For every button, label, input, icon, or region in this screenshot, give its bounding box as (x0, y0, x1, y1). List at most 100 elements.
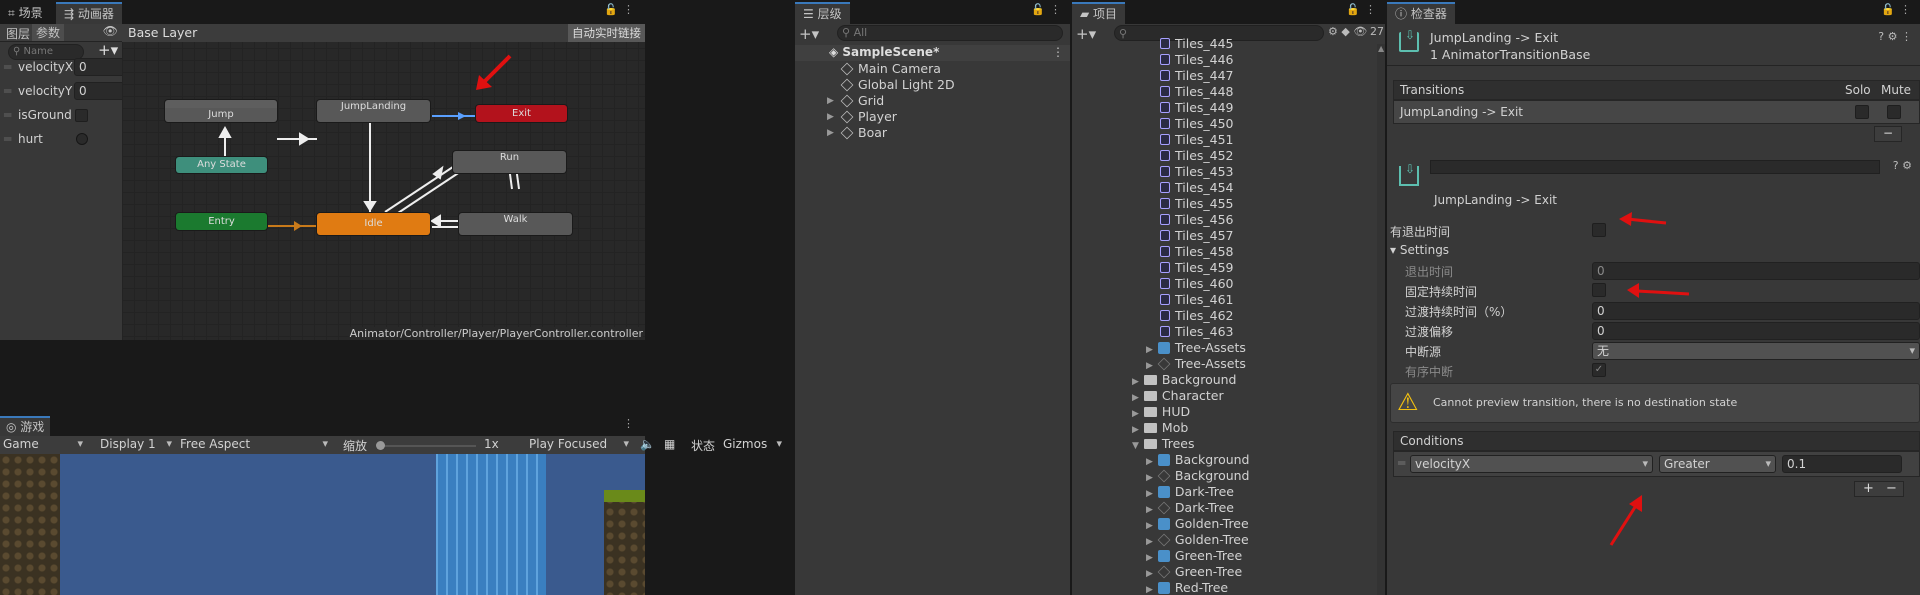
tab-project[interactable]: ▰ 项目 (1072, 2, 1126, 24)
hierarchy-search-input[interactable]: ⚲ All (837, 25, 1063, 41)
eye-icon[interactable]: 👁 (103, 24, 118, 38)
expand-arrow-icon[interactable]: ▼ (1132, 441, 1139, 451)
expand-arrow-icon[interactable]: ▶ (1146, 585, 1153, 595)
hierarchy-item[interactable]: Global Light 2D (840, 77, 955, 93)
grid-icon[interactable]: ▦ (664, 437, 675, 451)
tab-animator[interactable]: ⇶ 动画器 (56, 2, 122, 24)
expand-arrow-icon[interactable]: ▶ (1146, 457, 1153, 467)
expand-arrow-icon[interactable]: ▶ (1146, 521, 1153, 531)
project-item-prefab[interactable]: ▶ Golden-Tree (1146, 516, 1249, 532)
hierarchy-item[interactable]: ▶ Grid (827, 93, 884, 109)
project-item-tile[interactable]: Tiles_463 (1160, 324, 1234, 340)
state-jump[interactable]: Jump (165, 100, 277, 122)
tab-parameters[interactable]: 参数 (32, 24, 65, 41)
state-anystate[interactable]: Any State (176, 157, 267, 173)
expand-arrow-icon[interactable]: ▶ (1146, 361, 1153, 371)
param-row-hurt[interactable]: ═ hurt (0, 130, 122, 150)
state-entry[interactable]: Entry (176, 213, 267, 230)
project-item-tile[interactable]: Tiles_453 (1160, 164, 1234, 180)
tab-inspector[interactable]: ⓘ 检查器 (1387, 2, 1455, 24)
hierarchy-item[interactable]: ▶ Boar (827, 125, 887, 141)
project-item-tile[interactable]: Tiles_456 (1160, 212, 1234, 228)
project-item-sprite[interactable]: ▶ Dark-Tree (1146, 500, 1234, 516)
project-item-tile[interactable]: Tiles_455 (1160, 196, 1234, 212)
expand-arrow-icon[interactable]: ▶ (1146, 537, 1153, 547)
aspect-select[interactable]: Free Aspect (180, 437, 332, 451)
state-run[interactable]: Run (453, 151, 566, 173)
project-item-prefab[interactable]: ▶ Tree-Assets (1146, 340, 1246, 356)
project-item-tile[interactable]: Tiles_446 (1160, 52, 1234, 68)
scene-menu-icon[interactable]: ⋮ (1052, 45, 1064, 59)
project-item-tile[interactable]: Tiles_462 (1160, 308, 1234, 324)
project-item-tile[interactable]: Tiles_454 (1160, 180, 1234, 196)
expand-arrow-icon[interactable]: ▶ (827, 93, 834, 109)
project-item-folder[interactable]: ▶ Mob (1132, 420, 1188, 436)
project-item-tile[interactable]: Tiles_461 (1160, 292, 1234, 308)
scene-row[interactable]: ◈ SampleScene* ⋮ (795, 45, 1070, 61)
drag-handle-icon[interactable]: ═ (4, 60, 11, 74)
param-row-isGround[interactable]: ═ isGround (0, 106, 122, 126)
project-item-prefab[interactable]: ▶ Background (1146, 452, 1250, 468)
filter-icons[interactable]: ⚙ ◆ 👁 (1328, 25, 1367, 38)
zoom-slider[interactable] (376, 441, 476, 450)
project-item-tile[interactable]: Tiles_452 (1160, 148, 1234, 164)
param-bool-checkbox[interactable] (75, 109, 88, 122)
gizmos-select[interactable]: Gizmos (723, 437, 786, 451)
project-create-icon[interactable]: +▾ (1076, 25, 1096, 43)
project-item-prefab[interactable]: ▶ Green-Tree (1146, 548, 1242, 564)
state-walk[interactable]: Walk (459, 213, 572, 235)
project-item-folder[interactable]: ▼ Trees (1132, 436, 1194, 452)
param-row-velocityX[interactable]: ═ velocityX 0 (0, 58, 142, 78)
hierarchy-menu-icon[interactable]: 🔓⋮ (1031, 3, 1066, 16)
display-select[interactable]: Display 1 (100, 437, 176, 451)
project-item-folder[interactable]: ▶ HUD (1132, 404, 1190, 420)
tab-menu-icon[interactable]: 🔓⋮ (604, 3, 639, 16)
animator-graph[interactable]: Base Layer 自动实时链接 Jump JumpLanding Exit … (122, 24, 645, 340)
expand-arrow-icon[interactable]: ▶ (1146, 489, 1153, 499)
project-item-tile[interactable]: Tiles_447 (1160, 68, 1234, 84)
project-item-tile[interactable]: Tiles_458 (1160, 244, 1234, 260)
project-item-tile[interactable]: Tiles_448 (1160, 84, 1234, 100)
expand-arrow-icon[interactable]: ▶ (1146, 505, 1153, 515)
expand-arrow-icon[interactable]: ▶ (1146, 345, 1153, 355)
tab-game[interactable]: ◎ 游戏 (0, 416, 51, 436)
hierarchy-item[interactable]: ▶ Player (827, 109, 897, 125)
tab-scene[interactable]: ⌗ 场景 (0, 2, 51, 24)
project-item-sprite[interactable]: ▶ Green-Tree (1146, 564, 1242, 580)
state-jumplanding[interactable]: JumpLanding (317, 100, 430, 122)
game-view[interactable] (0, 454, 645, 595)
project-item-tile[interactable]: Tiles_449 (1160, 100, 1234, 116)
hierarchy-item[interactable]: Main Camera (840, 61, 941, 77)
game-select[interactable]: Game (3, 437, 87, 451)
project-item-sprite[interactable]: ▶ Background (1146, 468, 1250, 484)
expand-arrow-icon[interactable]: ▶ (1146, 473, 1153, 483)
tab-hierarchy[interactable]: ☰ 层级 (795, 2, 850, 24)
project-item-tile[interactable]: Tiles_459 (1160, 260, 1234, 276)
project-scrollbar[interactable]: ▲ (1377, 44, 1385, 595)
inspector-menu-icon[interactable]: 🔓⋮ (1881, 3, 1916, 16)
project-item-folder[interactable]: ▶ Character (1132, 388, 1224, 404)
play-mode-select[interactable]: Play Focused (529, 437, 633, 451)
project-item-tile[interactable]: Tiles_460 (1160, 276, 1234, 292)
project-item-tile[interactable]: Tiles_457 (1160, 228, 1234, 244)
create-icon[interactable]: +▾ (799, 25, 819, 43)
add-param-icon[interactable]: +▾ (98, 41, 118, 59)
state-idle[interactable]: Idle (317, 213, 430, 235)
project-item-prefab[interactable]: ▶ Red-Tree (1146, 580, 1228, 595)
expand-arrow-icon[interactable]: ▶ (1146, 569, 1153, 579)
param-trigger-radio[interactable] (76, 133, 88, 145)
stats-button[interactable]: 状态 (691, 437, 715, 454)
drag-handle-icon[interactable]: ═ (4, 84, 11, 98)
state-exit[interactable]: Exit (476, 105, 567, 122)
drag-handle-icon[interactable]: ═ (4, 108, 11, 122)
project-item-prefab[interactable]: ▶ Dark-Tree (1146, 484, 1234, 500)
project-item-sprite[interactable]: ▶ Tree-Assets (1146, 356, 1246, 372)
expand-arrow-icon[interactable]: ▶ (827, 125, 834, 141)
mute-audio-icon[interactable]: 🔈 (640, 437, 655, 451)
project-item-sprite[interactable]: ▶ Golden-Tree (1146, 532, 1249, 548)
expand-arrow-icon[interactable]: ▶ (1132, 409, 1139, 419)
project-item-tile[interactable]: Tiles_451 (1160, 132, 1234, 148)
project-item-tile[interactable]: Tiles_445 (1160, 36, 1234, 52)
expand-arrow-icon[interactable]: ▶ (827, 109, 834, 125)
expand-arrow-icon[interactable]: ▶ (1132, 425, 1139, 435)
